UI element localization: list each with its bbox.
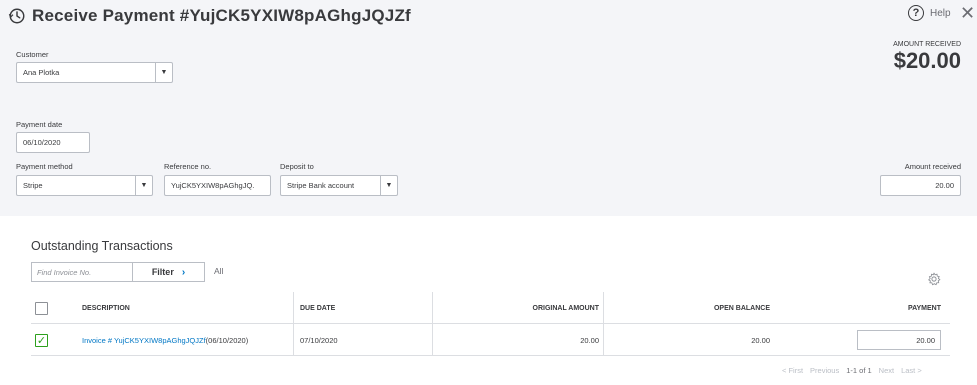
pagination: < First Previous 1-1 of 1 Next Last > [782, 366, 922, 375]
original-amount-cell: 20.00 [580, 335, 599, 345]
history-icon[interactable] [8, 7, 26, 25]
first-page-link[interactable]: < First [782, 366, 803, 375]
page-range: 1-1 of 1 [846, 366, 872, 375]
previous-page-link[interactable]: Previous [810, 366, 839, 375]
title-bar: Receive Payment #YujCK5YXIW8pAGhgJQJZf [8, 4, 411, 28]
help-button[interactable]: ? Help [908, 5, 951, 21]
customer-value: Ana Plotka [23, 68, 60, 77]
column-divider [432, 292, 433, 324]
page-title: Receive Payment #YujCK5YXIW8pAGhgJQJZf [32, 6, 411, 25]
reference-value: YujCK5YXIW8pAGhgJQ. [171, 181, 255, 190]
column-header-open-balance[interactable]: OPEN BALANCE [714, 292, 770, 324]
column-divider [603, 292, 604, 324]
filter-button[interactable]: Filter › [132, 262, 205, 282]
select-all-checkbox[interactable] [35, 301, 48, 315]
table-header: DESCRIPTION DUE DATE ORIGINAL AMOUNT OPE… [31, 292, 950, 324]
close-icon[interactable]: ✕ [960, 3, 975, 23]
help-label: Help [930, 7, 951, 19]
customer-select[interactable]: Ana Plotka ▼ [16, 62, 173, 83]
outstanding-transactions-title: Outstanding Transactions [31, 239, 173, 253]
chevron-down-icon[interactable]: ▼ [135, 176, 152, 195]
reference-input[interactable]: YujCK5YXIW8pAGhgJQ. [164, 175, 271, 196]
amount-received-caption: AMOUNT RECEIVED [893, 41, 961, 48]
amount-received-value: 20.00 [935, 181, 954, 190]
column-divider [603, 324, 604, 356]
column-header-description[interactable]: DESCRIPTION [82, 292, 130, 324]
invoice-date: (06/10/2020) [205, 335, 249, 345]
select-all-cell [35, 292, 48, 324]
column-divider [293, 292, 294, 324]
description-cell: Invoice # YujCK5YXIW8pAGhgJQJZf (06/10/2… [82, 324, 248, 356]
payment-form-panel: Receive Payment #YujCK5YXIW8pAGhgJQJZf ?… [0, 0, 977, 216]
last-page-link[interactable]: Last > [901, 366, 922, 375]
due-date-cell: 07/10/2020 [300, 335, 338, 345]
deposit-label: Deposit to [280, 162, 314, 171]
amount-received-input[interactable]: 20.00 [880, 175, 961, 196]
gear-icon[interactable] [927, 272, 941, 286]
filter-label: Filter [151, 267, 174, 277]
help-icon: ? [908, 5, 924, 21]
table-row: ✓ Invoice # YujCK5YXIW8pAGhgJQJZf (06/10… [31, 324, 950, 356]
column-header-due-date[interactable]: DUE DATE [300, 292, 335, 324]
column-header-payment[interactable]: PAYMENT [908, 292, 941, 324]
payment-date-value: 06/10/2020 [23, 138, 61, 147]
invoice-link[interactable]: Invoice # YujCK5YXIW8pAGhgJQJZf [82, 336, 206, 345]
deposit-select[interactable]: Stripe Bank account ▼ [280, 175, 398, 196]
open-balance-cell: 20.00 [751, 335, 770, 345]
column-divider [293, 324, 294, 356]
payment-method-value: Stripe [23, 181, 43, 190]
amount-received-total: $20.00 [893, 48, 961, 73]
column-divider [432, 324, 433, 356]
amount-received-label: Amount received [904, 162, 961, 171]
row-select-cell: ✓ [35, 324, 48, 356]
payment-method-select[interactable]: Stripe ▼ [16, 175, 153, 196]
checkmark-icon[interactable]: ✓ [35, 333, 48, 347]
chevron-right-icon: › [181, 266, 186, 278]
customer-label: Customer [16, 50, 49, 59]
all-filter-label: All [214, 266, 224, 276]
payment-date-input[interactable]: 06/10/2020 [16, 132, 90, 153]
deposit-value: Stripe Bank account [287, 181, 355, 190]
find-invoice-input[interactable]: Find Invoice No. [31, 262, 133, 282]
chevron-down-icon[interactable]: ▼ [380, 176, 397, 195]
column-header-original-amount[interactable]: ORIGINAL AMOUNT [533, 292, 600, 324]
payment-date-label: Payment date [16, 120, 63, 129]
payment-method-label: Payment method [16, 162, 73, 171]
transactions-table: DESCRIPTION DUE DATE ORIGINAL AMOUNT OPE… [31, 292, 950, 356]
payment-input[interactable]: 20.00 [857, 330, 941, 350]
reference-label: Reference no. [164, 162, 212, 171]
chevron-down-icon[interactable]: ▼ [155, 63, 172, 82]
next-page-link[interactable]: Next [879, 366, 894, 375]
